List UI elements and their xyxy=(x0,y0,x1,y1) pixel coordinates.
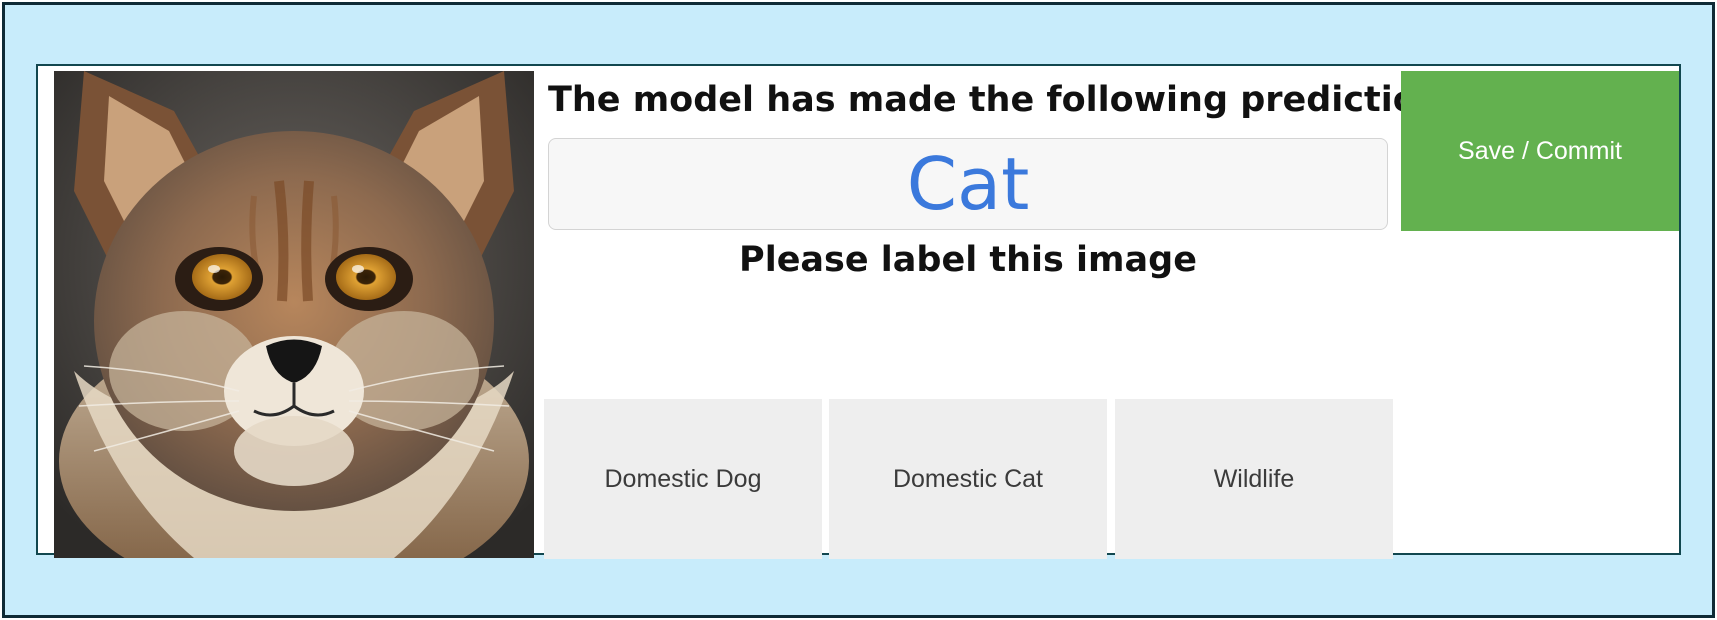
prediction-heading: The model has made the following predict… xyxy=(548,80,1456,120)
labeling-card: The model has made the following predict… xyxy=(36,64,1681,559)
label-instruction: Please label this image xyxy=(739,240,1197,280)
cat-portrait-image xyxy=(54,71,534,558)
subject-image xyxy=(54,71,534,558)
save-commit-button[interactable]: Save / Commit xyxy=(1401,71,1679,231)
app-frame: The model has made the following predict… xyxy=(2,2,1715,618)
label-option-domestic-cat[interactable]: Domestic Cat xyxy=(829,399,1107,559)
predicted-label: Cat xyxy=(906,142,1030,226)
prediction-display: Cat xyxy=(548,138,1388,230)
label-option-domestic-dog[interactable]: Domestic Dog xyxy=(544,399,822,559)
label-option-wildlife[interactable]: Wildlife xyxy=(1115,399,1393,559)
